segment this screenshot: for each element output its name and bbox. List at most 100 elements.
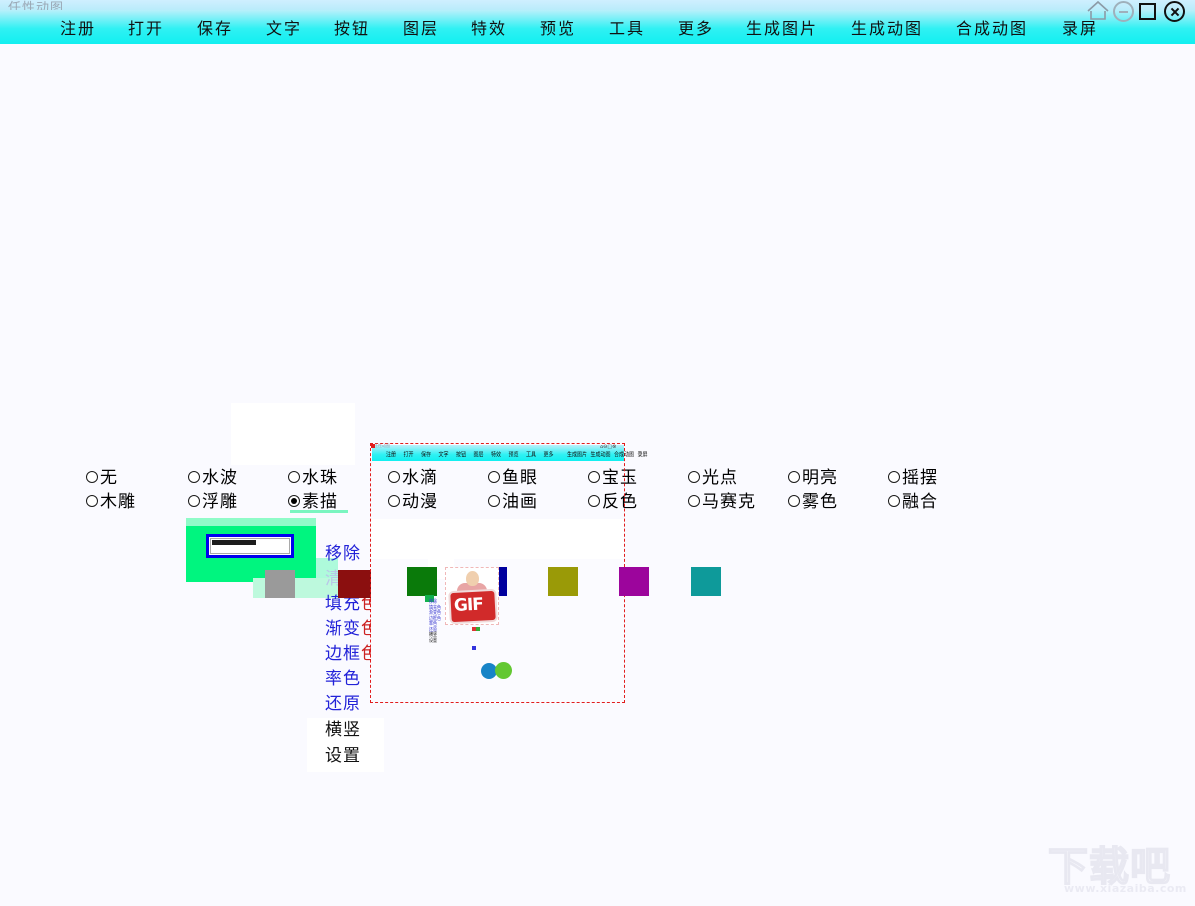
gray-color-swatch[interactable] — [265, 570, 295, 598]
menu-item-3[interactable]: 文字 — [266, 15, 302, 39]
nested-command-menu: 移除 填充色 渐变色 边框色 率色 还原 横竖 设置 — [429, 598, 443, 644]
menu-item-6[interactable]: 特效 — [471, 15, 507, 39]
effect-option-label: 浮雕 — [202, 492, 238, 512]
radio-icon[interactable] — [688, 471, 700, 483]
command-移除[interactable]: 移除 — [325, 542, 361, 567]
radio-icon[interactable] — [688, 495, 700, 507]
nested-menu-item-4[interactable]: 按钮 — [456, 450, 466, 459]
menu-item-container: 注册 打开 保存 文字 按钮 图层 特效 预览 工具 更多 生成图片 生成动图 合成动图 录屏 — [0, 10, 1195, 44]
command-label: 横竖 — [325, 720, 361, 740]
effect-option-label: 摇摆 — [902, 468, 938, 488]
effect-option-label: 素描 — [302, 492, 338, 512]
command-率色[interactable]: 率色 — [325, 667, 361, 692]
nested-menu-item-10[interactable]: 生成图片 — [567, 450, 587, 459]
effect-option-马赛克[interactable]: 马赛克 — [688, 490, 756, 514]
radio-icon[interactable] — [288, 495, 300, 507]
radio-icon[interactable] — [86, 495, 98, 507]
effect-option-摇摆[interactable]: 摇摆 — [888, 466, 938, 490]
menu-item-0[interactable]: 注册 — [60, 15, 96, 39]
close-button[interactable] — [1164, 1, 1185, 22]
radio-icon[interactable] — [188, 471, 200, 483]
command-label: 渐变 — [325, 619, 361, 639]
effect-option-雾色[interactable]: 雾色 — [788, 490, 838, 514]
effect-option-木雕[interactable]: 木雕 — [86, 490, 136, 514]
effect-option-光点[interactable]: 光点 — [688, 466, 738, 490]
nested-menu-item-0[interactable]: 注册 — [386, 450, 396, 459]
radio-icon[interactable] — [188, 495, 200, 507]
effect-option-水珠[interactable]: 水珠 — [288, 466, 338, 490]
menu-item-2[interactable]: 保存 — [197, 15, 233, 39]
command-label: 率色 — [325, 669, 361, 689]
command-横竖[interactable]: 横竖 — [325, 718, 361, 743]
progress-fill — [212, 540, 256, 545]
radio-icon[interactable] — [86, 471, 98, 483]
effect-option-无[interactable]: 无 — [86, 466, 118, 490]
home-icon[interactable] — [1086, 0, 1110, 21]
effect-option-label: 木雕 — [100, 492, 136, 512]
command-label: 移除 — [325, 544, 361, 564]
effect-option-label: 明亮 — [802, 468, 838, 488]
selection-handle[interactable] — [371, 444, 375, 448]
nested-menu-item-13[interactable]: 录屏 — [638, 450, 648, 459]
effect-option-label: 无 — [100, 468, 118, 488]
fill-color-swatch[interactable] — [338, 570, 371, 598]
effect-option-label: 水波 — [202, 468, 238, 488]
command-设置[interactable]: 设置 — [325, 744, 361, 769]
nested-menu-item-3[interactable]: 文字 — [439, 450, 449, 459]
effect-option-水波[interactable]: 水波 — [188, 466, 238, 490]
menu-item-5[interactable]: 图层 — [403, 15, 439, 39]
selection-white-strip — [371, 519, 624, 559]
canvas-white-block — [231, 403, 355, 465]
menu-item-9[interactable]: 更多 — [678, 15, 714, 39]
watermark-url: www.xiazaiba.com — [1064, 882, 1187, 895]
nested-menu-item-7[interactable]: 预览 — [509, 450, 519, 459]
nested-window-controls: ⌂⊖□⊗ — [600, 444, 617, 450]
nested-menu-bar: 注册 打开 保存 文字 按钮 图层 特效 预览 工具 更多 生成图片 生成动图 合成动图 录屏 — [372, 449, 648, 459]
command-还原[interactable]: 还原 — [325, 692, 361, 717]
radio-icon[interactable] — [888, 471, 900, 483]
effect-option-明亮[interactable]: 明亮 — [788, 466, 838, 490]
gif-color-dots — [472, 616, 482, 650]
menu-item-7[interactable]: 预览 — [540, 15, 576, 39]
effect-option-label: 雾色 — [802, 492, 838, 512]
swatch-teal[interactable] — [691, 567, 721, 596]
maximize-button[interactable] — [1139, 3, 1156, 20]
nested-menu-item-11[interactable]: 生成动图 — [591, 450, 611, 459]
nested-menu-item-8[interactable]: 工具 — [526, 450, 536, 459]
swatch-green[interactable] — [407, 567, 437, 596]
menu-item-12[interactable]: 合成动图 — [956, 15, 1028, 39]
effect-option-融合[interactable]: 融合 — [888, 490, 938, 514]
radio-icon[interactable] — [288, 471, 300, 483]
menu-item-10[interactable]: 生成图片 — [746, 15, 818, 39]
menu-item-8[interactable]: 工具 — [609, 15, 645, 39]
nested-menu-item-12[interactable]: 合成动图 — [614, 450, 634, 459]
swatch-purple[interactable] — [619, 567, 649, 596]
gif-label: GIF — [453, 594, 484, 617]
swatch-olive[interactable] — [548, 567, 578, 596]
command-label: 边框 — [325, 644, 361, 664]
nested-menu-item-6[interactable]: 特效 — [491, 450, 501, 459]
menu-item-11[interactable]: 生成动图 — [851, 15, 923, 39]
command-label: 设置 — [325, 746, 361, 766]
effect-option-label: 光点 — [702, 468, 738, 488]
nested-menu-item-9[interactable]: 更多 — [544, 450, 554, 459]
minimize-button[interactable] — [1113, 1, 1134, 22]
gif-thumbnail[interactable]: GIF — [445, 567, 499, 650]
nested-menu-item-2[interactable]: 保存 — [421, 450, 431, 459]
menu-item-1[interactable]: 打开 — [128, 15, 164, 39]
person-head — [466, 571, 479, 586]
effect-option-label: 融合 — [902, 492, 938, 512]
menu-item-4[interactable]: 按钮 — [334, 15, 370, 39]
effect-option-浮雕[interactable]: 浮雕 — [188, 490, 238, 514]
nested-command-7[interactable]: 设置 — [429, 637, 443, 644]
nested-menu-item-5[interactable]: 图层 — [474, 450, 484, 459]
radio-icon[interactable] — [888, 495, 900, 507]
radio-icon[interactable] — [788, 495, 800, 507]
selected-effect-underline — [290, 510, 348, 513]
nested-menu-item-1[interactable]: 打开 — [404, 450, 414, 459]
radio-icon[interactable] — [788, 471, 800, 483]
dot-green[interactable] — [495, 662, 512, 679]
watermark: 下载吧 www.xiazaiba.com — [1047, 845, 1188, 900]
effect-option-label: 马赛克 — [702, 492, 756, 512]
command-label: 还原 — [325, 694, 361, 714]
